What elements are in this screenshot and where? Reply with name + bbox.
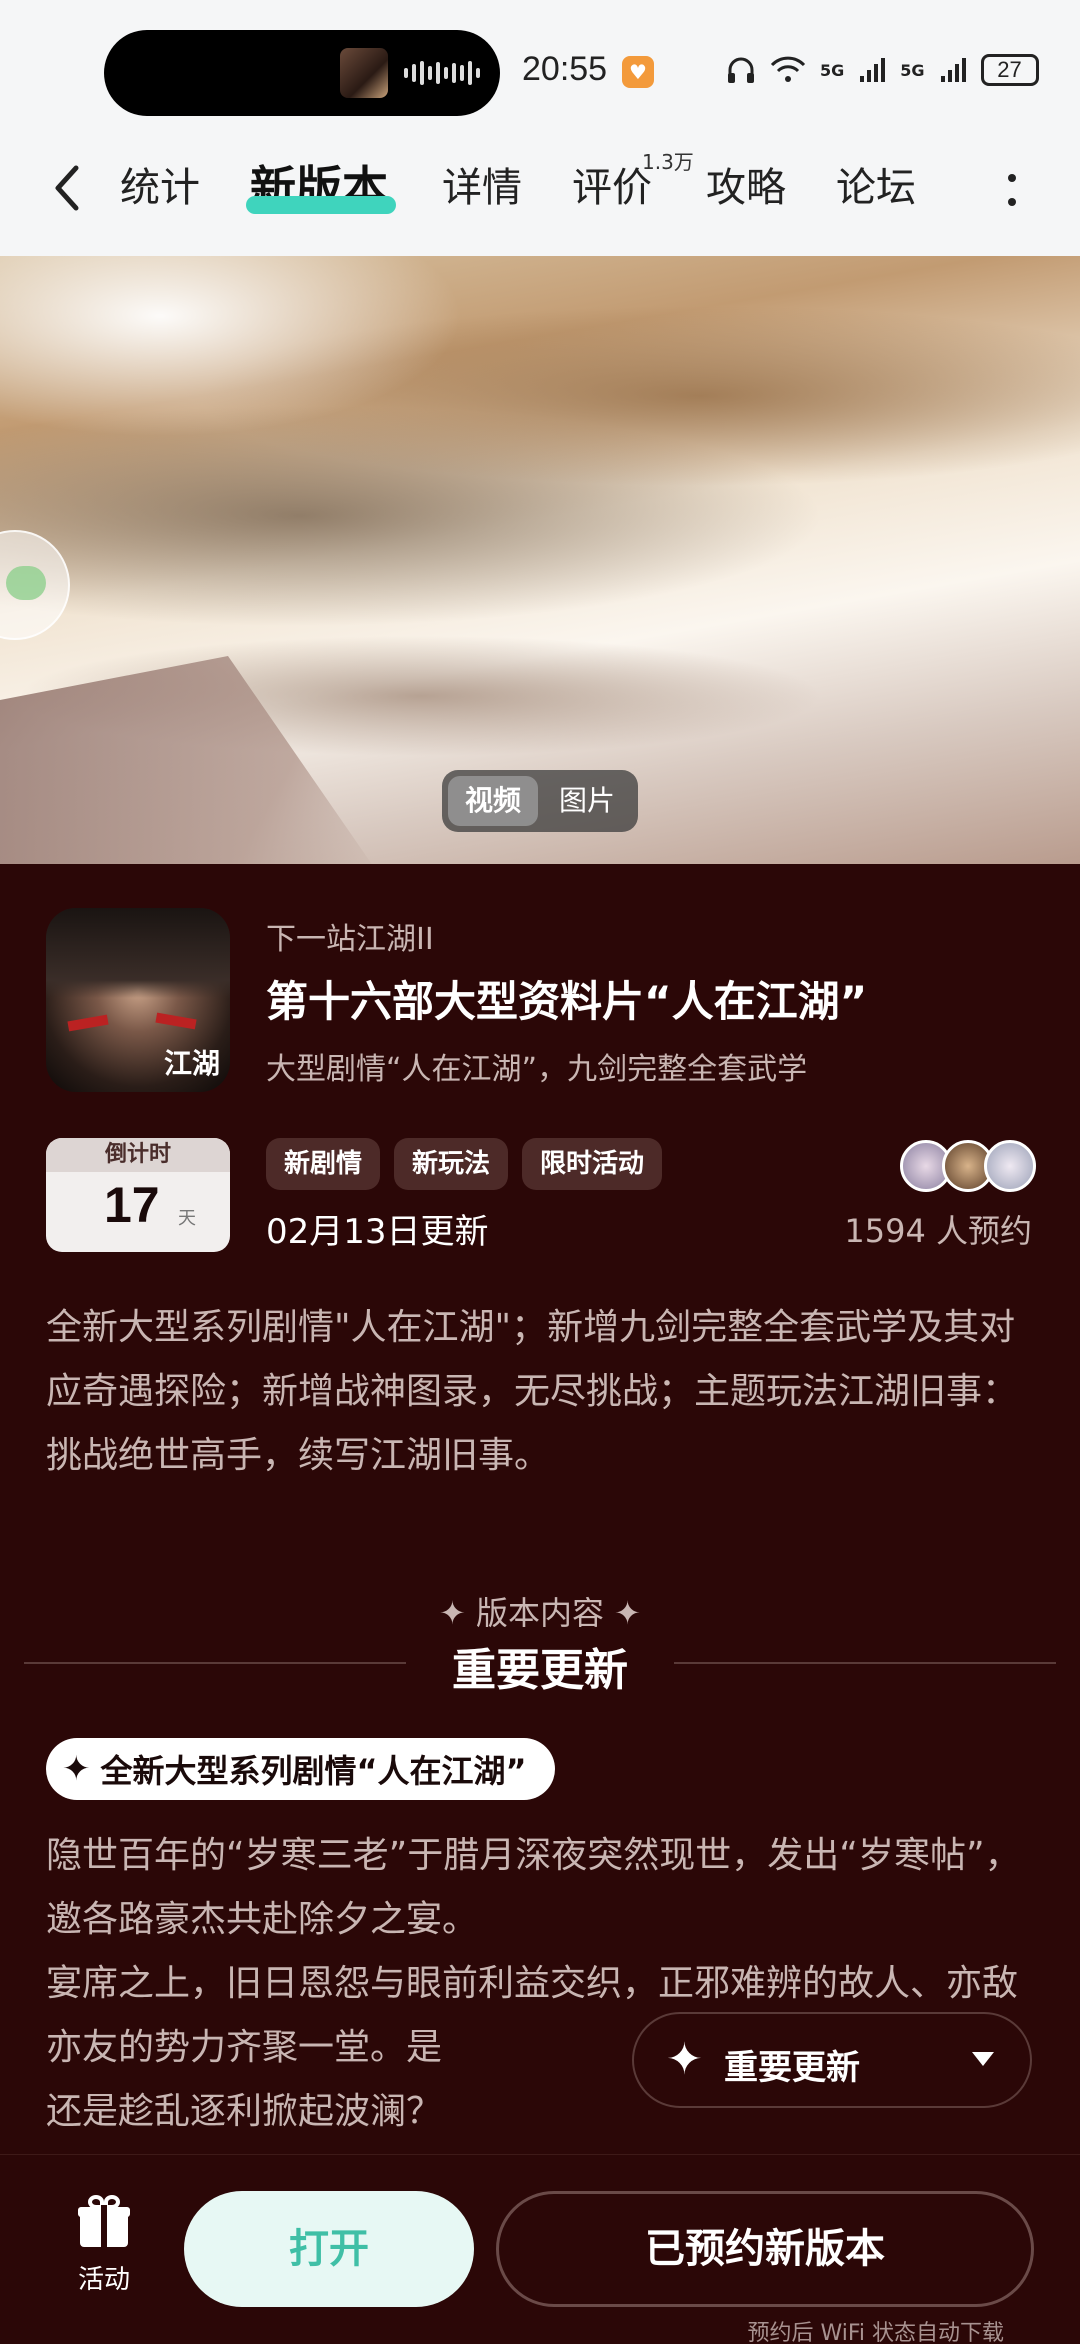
review-count-badge: 1.3万	[642, 150, 694, 174]
tab-stats[interactable]: 统计	[120, 158, 200, 218]
switch-video[interactable]: 视频	[448, 776, 538, 826]
section-jump-dropdown[interactable]: ✦ 重要更新	[632, 2012, 1032, 2108]
version-intro: 全新大型系列剧情"人在江湖"；新增九剑完整全套武学及其对应奇遇探险；新增战神图录…	[46, 1307, 1019, 1476]
sparkle-icon: ✦	[62, 1749, 91, 1789]
open-button[interactable]: 打开	[184, 2191, 474, 2307]
switch-image[interactable]: 图片	[542, 776, 632, 826]
network-label-1: 5G	[820, 60, 845, 80]
activity-button[interactable]: 活动	[66, 2195, 142, 2296]
chevron-down-icon	[972, 2052, 994, 2066]
audio-wave-icon	[404, 60, 480, 86]
section-kicker: ✦ 版本内容 ✦	[439, 1594, 641, 1632]
notification-icon: ♥	[622, 56, 654, 88]
game-icon[interactable]: 江湖	[46, 908, 230, 1092]
top-nav: 统计 新版本 详情 评价 攻略 论坛	[0, 130, 1080, 256]
tab-details[interactable]: 详情	[442, 158, 522, 218]
section-title: 重要更新	[452, 1645, 628, 1696]
wechat-share-icon[interactable]	[0, 530, 70, 640]
signal-icon	[860, 58, 886, 82]
activity-label: 活动	[77, 2265, 130, 2295]
media-banner[interactable]: 视频 图片	[0, 256, 1080, 864]
dynamic-island[interactable]	[104, 30, 500, 116]
reserved-version-button[interactable]: 已预约新版本	[496, 2191, 1034, 2307]
signal-icon-2	[940, 58, 966, 82]
more-options-icon[interactable]	[1000, 160, 1024, 220]
media-type-switch[interactable]: 视频 图片	[442, 770, 638, 832]
version-headline: 第十六部大型资料片“人在江湖”	[266, 977, 868, 1026]
back-arrow-icon[interactable]	[48, 158, 88, 218]
active-tab-indicator	[246, 196, 396, 214]
reservation-avatars	[900, 1140, 1036, 1192]
status-bar: 20:55 ♥ 5G 5G 27	[0, 0, 1080, 130]
headphones-icon	[728, 57, 754, 83]
system-icons: 5G 5G 27	[726, 54, 1039, 86]
gift-icon	[78, 2195, 130, 2247]
avatar	[984, 1140, 1036, 1192]
update-date: 02月13日更新	[266, 1212, 489, 1252]
version-content: 江湖 下一站江湖II 第十六部大型资料片“人在江湖” 大型剧情“人在江湖”，九剑…	[0, 864, 1080, 2344]
version-tagline: 大型剧情“人在江湖”，九剑完整全套武学	[266, 1052, 808, 1087]
countdown-number: 17	[104, 1177, 160, 1233]
network-label-2: 5G	[900, 60, 925, 80]
game-icon-logo: 江湖	[163, 1047, 220, 1080]
clock: 20:55	[522, 50, 608, 88]
version-tags: 新剧情 新玩法 限时活动	[266, 1138, 663, 1190]
countdown-header: 倒计时	[46, 1138, 230, 1172]
feature-title-pill: ✦ 全新大型系列剧情“人在江湖”	[46, 1738, 555, 1800]
tag-new-gameplay: 新玩法	[394, 1138, 509, 1190]
countdown-unit: 天	[178, 1208, 196, 1229]
media-thumbnail	[340, 48, 388, 98]
tab-reviews[interactable]: 评价	[572, 158, 652, 218]
battery-indicator: 27	[980, 54, 1039, 86]
section-jump-label: 重要更新	[724, 2048, 860, 2088]
reservation-count: 1594 人预约	[844, 1212, 1032, 1250]
bottom-action-bar: 活动 打开 已预约新版本 预约后 WiFi 状态自动下载	[0, 2154, 1080, 2344]
tag-new-story: 新剧情	[266, 1138, 381, 1190]
wifi-download-note: 预约后 WiFi 状态自动下载	[747, 2321, 1004, 2344]
feature-paragraph: 隐世百年的“岁寒三老”于腊月深夜突然现世，发出“岁寒帖”，邀各路豪杰共赴除夕之宴…	[46, 1835, 1021, 1940]
tab-guides[interactable]: 攻略	[706, 158, 786, 218]
tag-limited-event: 限时活动	[522, 1138, 663, 1190]
sparkle-icon: ✦	[666, 2034, 703, 2085]
wifi-icon	[770, 56, 806, 82]
countdown-card: 倒计时 17 天	[46, 1138, 230, 1252]
game-name: 下一站江湖II	[266, 922, 434, 957]
feature-title: 全新大型系列剧情“人在江湖”	[100, 1752, 527, 1790]
tab-forum[interactable]: 论坛	[836, 158, 916, 218]
